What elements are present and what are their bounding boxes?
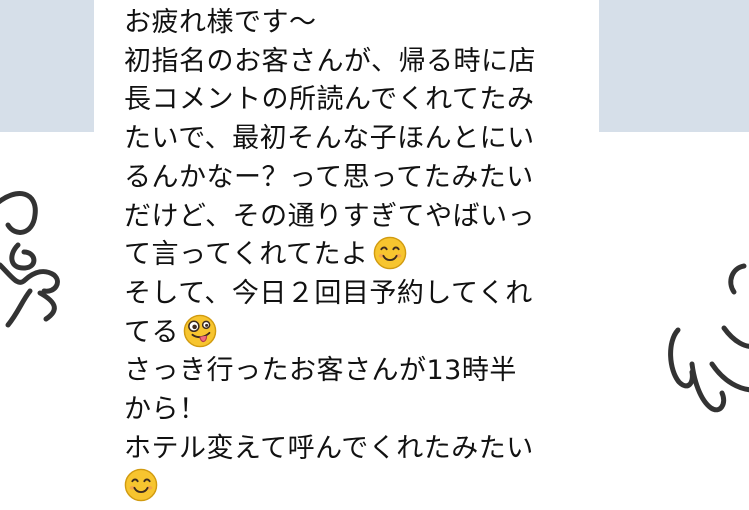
smiling-face-icon <box>124 469 158 502</box>
message-line-13-container <box>124 468 594 507</box>
message-line-7-container: て言ってくれてたよ <box>124 236 594 275</box>
message-line-1: お疲れ様です〜 <box>124 7 317 38</box>
smiling-face-icon <box>373 236 406 270</box>
message-line-5: るんかなー？って思ってたみたい <box>124 161 534 193</box>
message-line-7: て言ってくれてたよ <box>124 239 369 271</box>
right-doodle-icon <box>668 263 749 413</box>
right-sticker <box>664 258 749 433</box>
left-doodle-icon <box>0 191 60 328</box>
message-line-3: 長コメントの所読んでくれてたみ <box>124 84 535 116</box>
message-line-4: たいで、最初そんな子ほんとにい <box>124 123 535 155</box>
message-line-2: 初指名のお客さんが、帰る時に店 <box>124 45 536 77</box>
message-line-12: ホテル変えて呼んでくれたみたい <box>124 432 534 464</box>
message-line-9-container: てる <box>124 314 594 353</box>
message-line-8: そして、今日２回目予約してくれ <box>124 277 533 309</box>
message-line-9: てる <box>124 316 179 348</box>
left-sticker <box>0 185 85 355</box>
zany-face-icon <box>183 314 217 347</box>
message-line-10: さっき行ったお客さんが13時半 <box>124 355 517 387</box>
message-line-6: だけど、その通りすぎてやばいっ <box>124 200 536 232</box>
message-line-11: から！ <box>124 394 207 426</box>
message-text: お疲れ様です〜 初指名のお客さんが、帰る時に店 長コメントの所読んでくれてたみ … <box>124 4 594 507</box>
